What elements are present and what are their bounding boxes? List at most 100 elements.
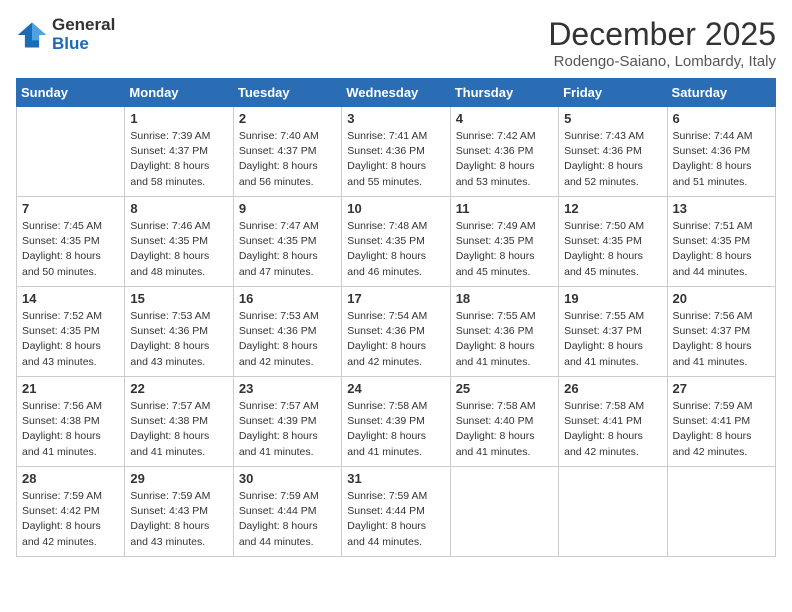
day-cell-0-3: 3Sunrise: 7:41 AMSunset: 4:36 PMDaylight… (342, 107, 450, 197)
day-cell-2-0: 14Sunrise: 7:52 AMSunset: 4:35 PMDayligh… (17, 287, 125, 377)
day-number: 22 (130, 381, 227, 396)
daylight-hours: Daylight: 8 hours and 45 minutes. (564, 250, 643, 277)
day-info: Sunrise: 7:53 AMSunset: 4:36 PMDaylight:… (239, 309, 336, 370)
day-info: Sunrise: 7:42 AMSunset: 4:36 PMDaylight:… (456, 129, 553, 190)
sunset-time: Sunset: 4:42 PM (22, 505, 100, 517)
day-number: 10 (347, 201, 444, 216)
sunrise-time: Sunrise: 7:58 AM (347, 400, 427, 412)
day-number: 1 (130, 111, 227, 126)
day-cell-1-2: 9Sunrise: 7:47 AMSunset: 4:35 PMDaylight… (233, 197, 341, 287)
day-number: 17 (347, 291, 444, 306)
sunrise-time: Sunrise: 7:59 AM (347, 490, 427, 502)
daylight-hours: Daylight: 8 hours and 58 minutes. (130, 160, 209, 187)
day-cell-0-1: 1 Sunrise: 7:39 AMSunset: 4:37 PMDaylight… (125, 107, 233, 197)
day-info: Sunrise: 7:58 AMSunset: 4:39 PMDaylight:… (347, 399, 444, 460)
sunset-time: Sunset: 4:37 PM (673, 325, 751, 337)
day-number: 4 (456, 111, 553, 126)
day-number: 23 (239, 381, 336, 396)
daylight-hours: Daylight: 8 hours and 42 minutes. (564, 430, 643, 457)
sunrise-time: Sunrise: 7:56 AM (673, 310, 753, 322)
day-cell-4-3: 31Sunrise: 7:59 AMSunset: 4:44 PMDayligh… (342, 467, 450, 557)
sunset-time: Sunset: 4:35 PM (347, 235, 425, 247)
sunset-time: Sunset: 4:35 PM (456, 235, 534, 247)
sunrise-time: Sunrise: 7:48 AM (347, 220, 427, 232)
sunrise-time: Sunrise: 7:53 AM (239, 310, 319, 322)
sunrise-time: Sunrise: 7:59 AM (22, 490, 102, 502)
day-info: Sunrise: 7:43 AMSunset: 4:36 PMDaylight:… (564, 129, 661, 190)
day-cell-0-2: 2Sunrise: 7:40 AMSunset: 4:37 PMDaylight… (233, 107, 341, 197)
header-wednesday: Wednesday (342, 79, 450, 107)
day-cell-3-2: 23Sunrise: 7:57 AMSunset: 4:39 PMDayligh… (233, 377, 341, 467)
day-cell-3-6: 27Sunrise: 7:59 AMSunset: 4:41 PMDayligh… (667, 377, 775, 467)
sunset-time: Sunset: 4:36 PM (673, 145, 751, 157)
daylight-hours: Daylight: 8 hours and 45 minutes. (456, 250, 535, 277)
sunrise-time: Sunrise: 7:55 AM (456, 310, 536, 322)
day-number: 7 (22, 201, 119, 216)
sunrise-time: Sunrise: 7:58 AM (564, 400, 644, 412)
day-cell-3-4: 25Sunrise: 7:58 AMSunset: 4:40 PMDayligh… (450, 377, 558, 467)
daylight-hours: Daylight: 8 hours and 41 minutes. (239, 430, 318, 457)
day-info: Sunrise: 7:50 AMSunset: 4:35 PMDaylight:… (564, 219, 661, 280)
day-info: Sunrise: 7:44 AM Sunset: 4:36 PM Daylight:… (673, 129, 770, 190)
day-cell-0-5: 5 Sunrise: 7:43 AMSunset: 4:36 PMDaylight… (559, 107, 667, 197)
day-number: 9 (239, 201, 336, 216)
day-cell-4-5 (559, 467, 667, 557)
daylight-hours: Daylight: 8 hours and 52 minutes. (564, 160, 643, 187)
daylight-hours: Daylight: 8 hours and 51 minutes. (673, 160, 752, 187)
day-cell-2-4: 18Sunrise: 7:55 AMSunset: 4:36 PMDayligh… (450, 287, 558, 377)
day-number: 21 (22, 381, 119, 396)
week-row-5: 28 Sunrise: 7:59 AM Sunset: 4:42 PM Dayligh… (17, 467, 776, 557)
daylight-hours: Daylight: 8 hours and 41 minutes. (673, 340, 752, 367)
title-block: December 2025 Rodengo-Saiano, Lombardy, … (548, 16, 776, 70)
sunset-time: Sunset: 4:36 PM (130, 325, 208, 337)
day-info: Sunrise: 7:54 AMSunset: 4:36 PMDaylight:… (347, 309, 444, 370)
day-info: Sunrise: 7:51 AMSunset: 4:35 PMDaylight:… (673, 219, 770, 280)
day-number: 25 (456, 381, 553, 396)
day-cell-3-3: 24Sunrise: 7:58 AMSunset: 4:39 PMDayligh… (342, 377, 450, 467)
day-info: Sunrise: 7:39 AMSunset: 4:37 PMDaylight:… (130, 129, 227, 190)
day-number: 31 (347, 471, 444, 486)
sunset-time: Sunset: 4:36 PM (456, 145, 534, 157)
sunrise-time: Sunrise: 7:47 AM (239, 220, 319, 232)
daylight-hours: Daylight: 8 hours and 41 minutes. (456, 340, 535, 367)
day-number: 27 (673, 381, 770, 396)
sunset-time: Sunset: 4:41 PM (564, 415, 642, 427)
daylight-hours: Daylight: 8 hours and 41 minutes. (22, 430, 101, 457)
day-number: 29 (130, 471, 227, 486)
day-cell-2-1: 15Sunrise: 7:53 AMSunset: 4:36 PMDayligh… (125, 287, 233, 377)
sunrise-time: Sunrise: 7:39 AM (130, 130, 210, 142)
week-row-3: 14Sunrise: 7:52 AMSunset: 4:35 PMDayligh… (17, 287, 776, 377)
sunset-time: Sunset: 4:43 PM (130, 505, 208, 517)
sunrise-time: Sunrise: 7:44 AM (673, 130, 753, 142)
daylight-hours: Daylight: 8 hours and 50 minutes. (22, 250, 101, 277)
day-cell-3-0: 21Sunrise: 7:56 AMSunset: 4:38 PMDayligh… (17, 377, 125, 467)
logo: General Blue (16, 16, 115, 53)
calendar-header: Sunday Monday Tuesday Wednesday Thursday… (17, 79, 776, 107)
day-info: Sunrise: 7:49 AMSunset: 4:35 PMDaylight:… (456, 219, 553, 280)
day-cell-0-0 (17, 107, 125, 197)
day-info: Sunrise: 7:58 AM Sunset: 4:41 PM Daylight:… (564, 399, 661, 460)
day-info: Sunrise: 7:55 AMSunset: 4:37 PMDaylight:… (564, 309, 661, 370)
sunset-time: Sunset: 4:36 PM (564, 145, 642, 157)
sunset-time: Sunset: 4:39 PM (239, 415, 317, 427)
sunset-time: Sunset: 4:35 PM (22, 325, 100, 337)
week-row-1: 1 Sunrise: 7:39 AMSunset: 4:37 PMDaylight… (17, 107, 776, 197)
day-number: 2 (239, 111, 336, 126)
sunset-time: Sunset: 4:35 PM (564, 235, 642, 247)
day-number: 16 (239, 291, 336, 306)
day-number: 20 (673, 291, 770, 306)
day-cell-1-0: 7Sunrise: 7:45 AMSunset: 4:35 PMDaylight… (17, 197, 125, 287)
day-info: Sunrise: 7:56 AM Sunset: 4:37 PM Daylight:… (673, 309, 770, 370)
daylight-hours: Daylight: 8 hours and 44 minutes. (347, 520, 426, 547)
sunset-time: Sunset: 4:40 PM (456, 415, 534, 427)
day-info: Sunrise: 7:46 AMSunset: 4:35 PMDaylight:… (130, 219, 227, 280)
header-friday: Friday (559, 79, 667, 107)
sunset-time: Sunset: 4:39 PM (347, 415, 425, 427)
daylight-hours: Daylight: 8 hours and 43 minutes. (22, 340, 101, 367)
sunset-time: Sunset: 4:38 PM (22, 415, 100, 427)
logo-text: General Blue (52, 16, 115, 53)
page-header: General Blue December 2025 Rodengo-Saian… (16, 16, 776, 70)
day-number: 28 (22, 471, 119, 486)
sunset-time: Sunset: 4:36 PM (239, 325, 317, 337)
day-number: 5 (564, 111, 661, 126)
